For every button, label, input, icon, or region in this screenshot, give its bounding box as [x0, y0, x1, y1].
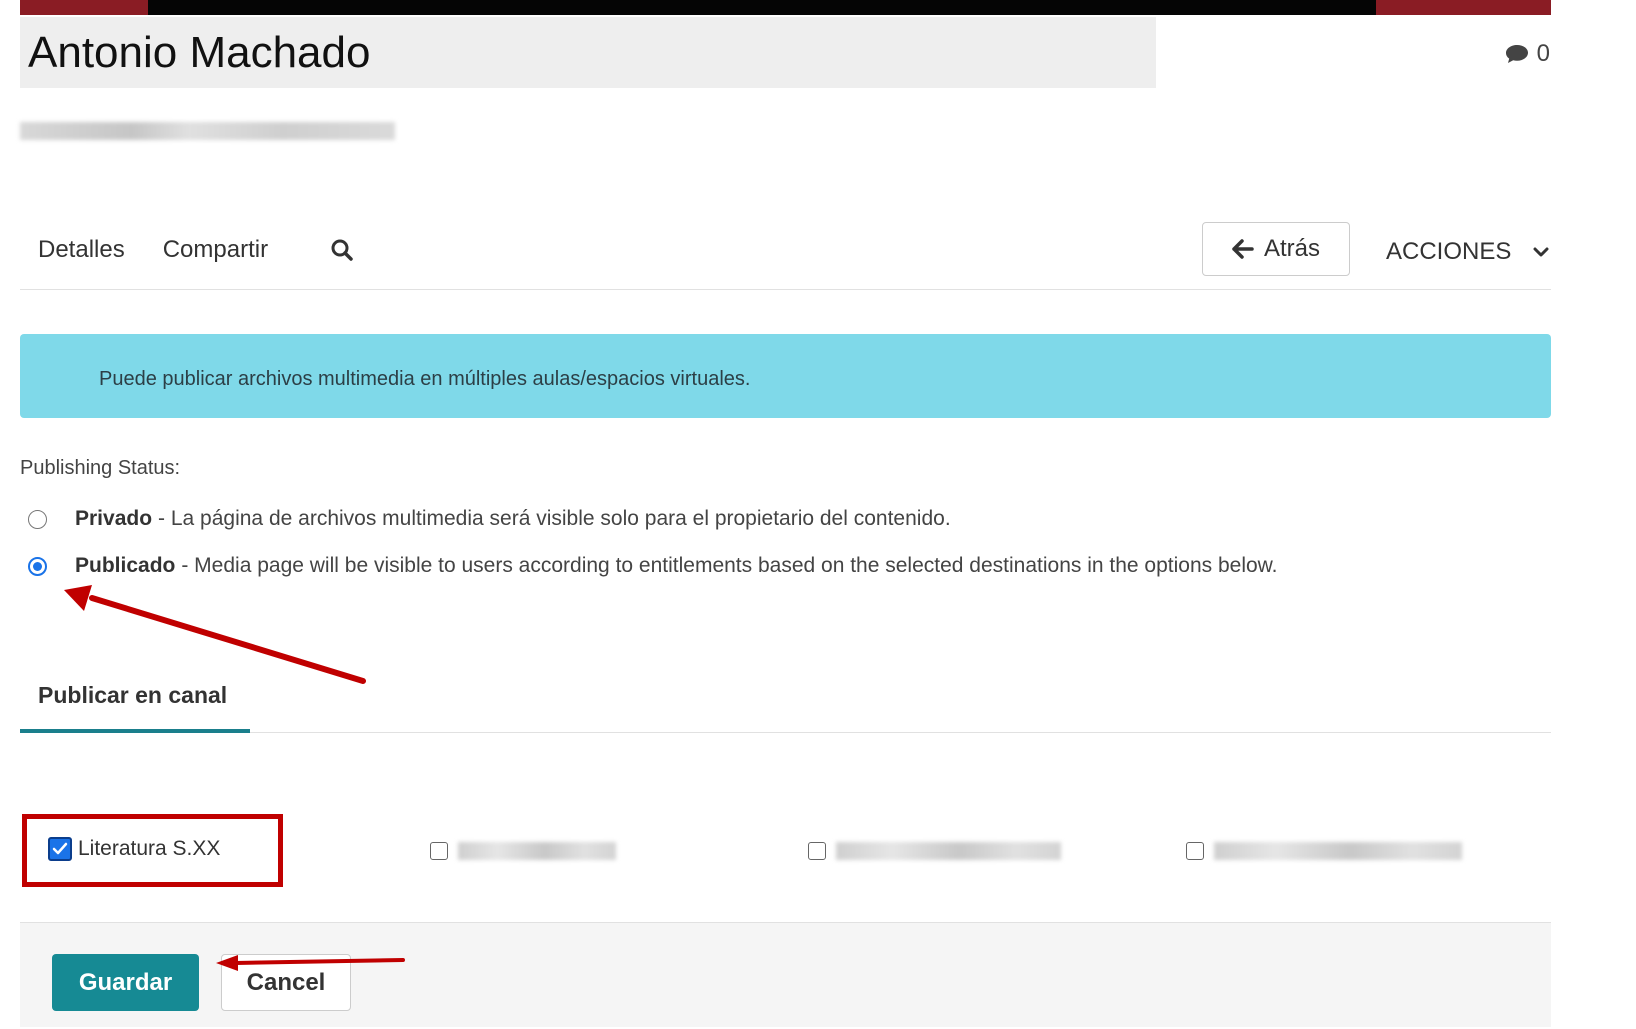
- annotation-arrows: [64, 585, 405, 971]
- annotation-arrow-line: [89, 595, 366, 684]
- annotation-arrowhead: [216, 955, 238, 971]
- annotation-arrow-line: [234, 958, 405, 965]
- annotation-arrowhead: [64, 585, 92, 611]
